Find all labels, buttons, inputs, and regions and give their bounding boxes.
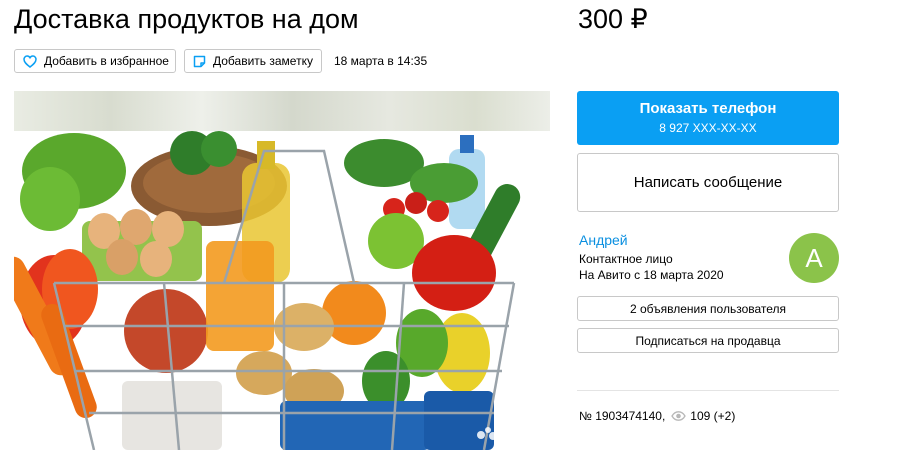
show-phone-title: Показать телефон <box>639 100 777 117</box>
add-note-button[interactable]: Добавить заметку <box>184 49 322 73</box>
subscribe-seller-label: Подписаться на продавца <box>635 333 781 348</box>
grocery-basket-image <box>14 131 521 450</box>
user-ads-button[interactable]: 2 объявления пользователя <box>577 296 839 321</box>
seller-since: На Авито с 18 марта 2020 <box>579 268 724 282</box>
seller-type: Контактное лицо <box>579 252 673 266</box>
add-note-label: Добавить заметку <box>213 54 313 68</box>
listing-id: № 1903474140, <box>579 409 666 423</box>
add-to-favorites-button[interactable]: Добавить в избранное <box>14 49 176 73</box>
write-message-label: Написать сообщение <box>633 174 783 191</box>
listing-stats: № 1903474140, 109 (+2) <box>579 409 735 423</box>
phone-number: 8 927 XXX-XX-XX <box>659 121 757 135</box>
listing-photo[interactable]: Avito <box>14 91 550 450</box>
eye-icon <box>671 411 687 421</box>
listing-price: 300 ₽ <box>578 4 648 34</box>
view-count: 109 (+2) <box>690 409 736 423</box>
write-message-button[interactable]: Написать сообщение <box>577 153 839 212</box>
seller-name-link[interactable]: Андрей <box>579 232 628 248</box>
user-ads-label: 2 объявления пользователя <box>629 301 787 316</box>
heart-outline-icon <box>23 54 37 68</box>
subscribe-seller-button[interactable]: Подписаться на продавца <box>577 328 839 353</box>
avatar-letter: А <box>805 242 823 273</box>
note-icon <box>193 55 206 67</box>
add-to-favorites-label: Добавить в избранное <box>44 54 169 68</box>
show-phone-button[interactable]: Показать телефон 8 927 XXX-XX-XX <box>577 91 839 145</box>
listing-date: 18 марта в 14:35 <box>334 54 428 68</box>
avito-watermark: Avito <box>476 424 534 441</box>
divider <box>577 390 839 391</box>
avito-logo-icon <box>477 426 497 440</box>
seller-avatar[interactable]: А <box>789 233 839 283</box>
listing-title: Доставка продуктов на дом <box>14 4 359 34</box>
avito-watermark-text: Avito <box>501 424 535 441</box>
